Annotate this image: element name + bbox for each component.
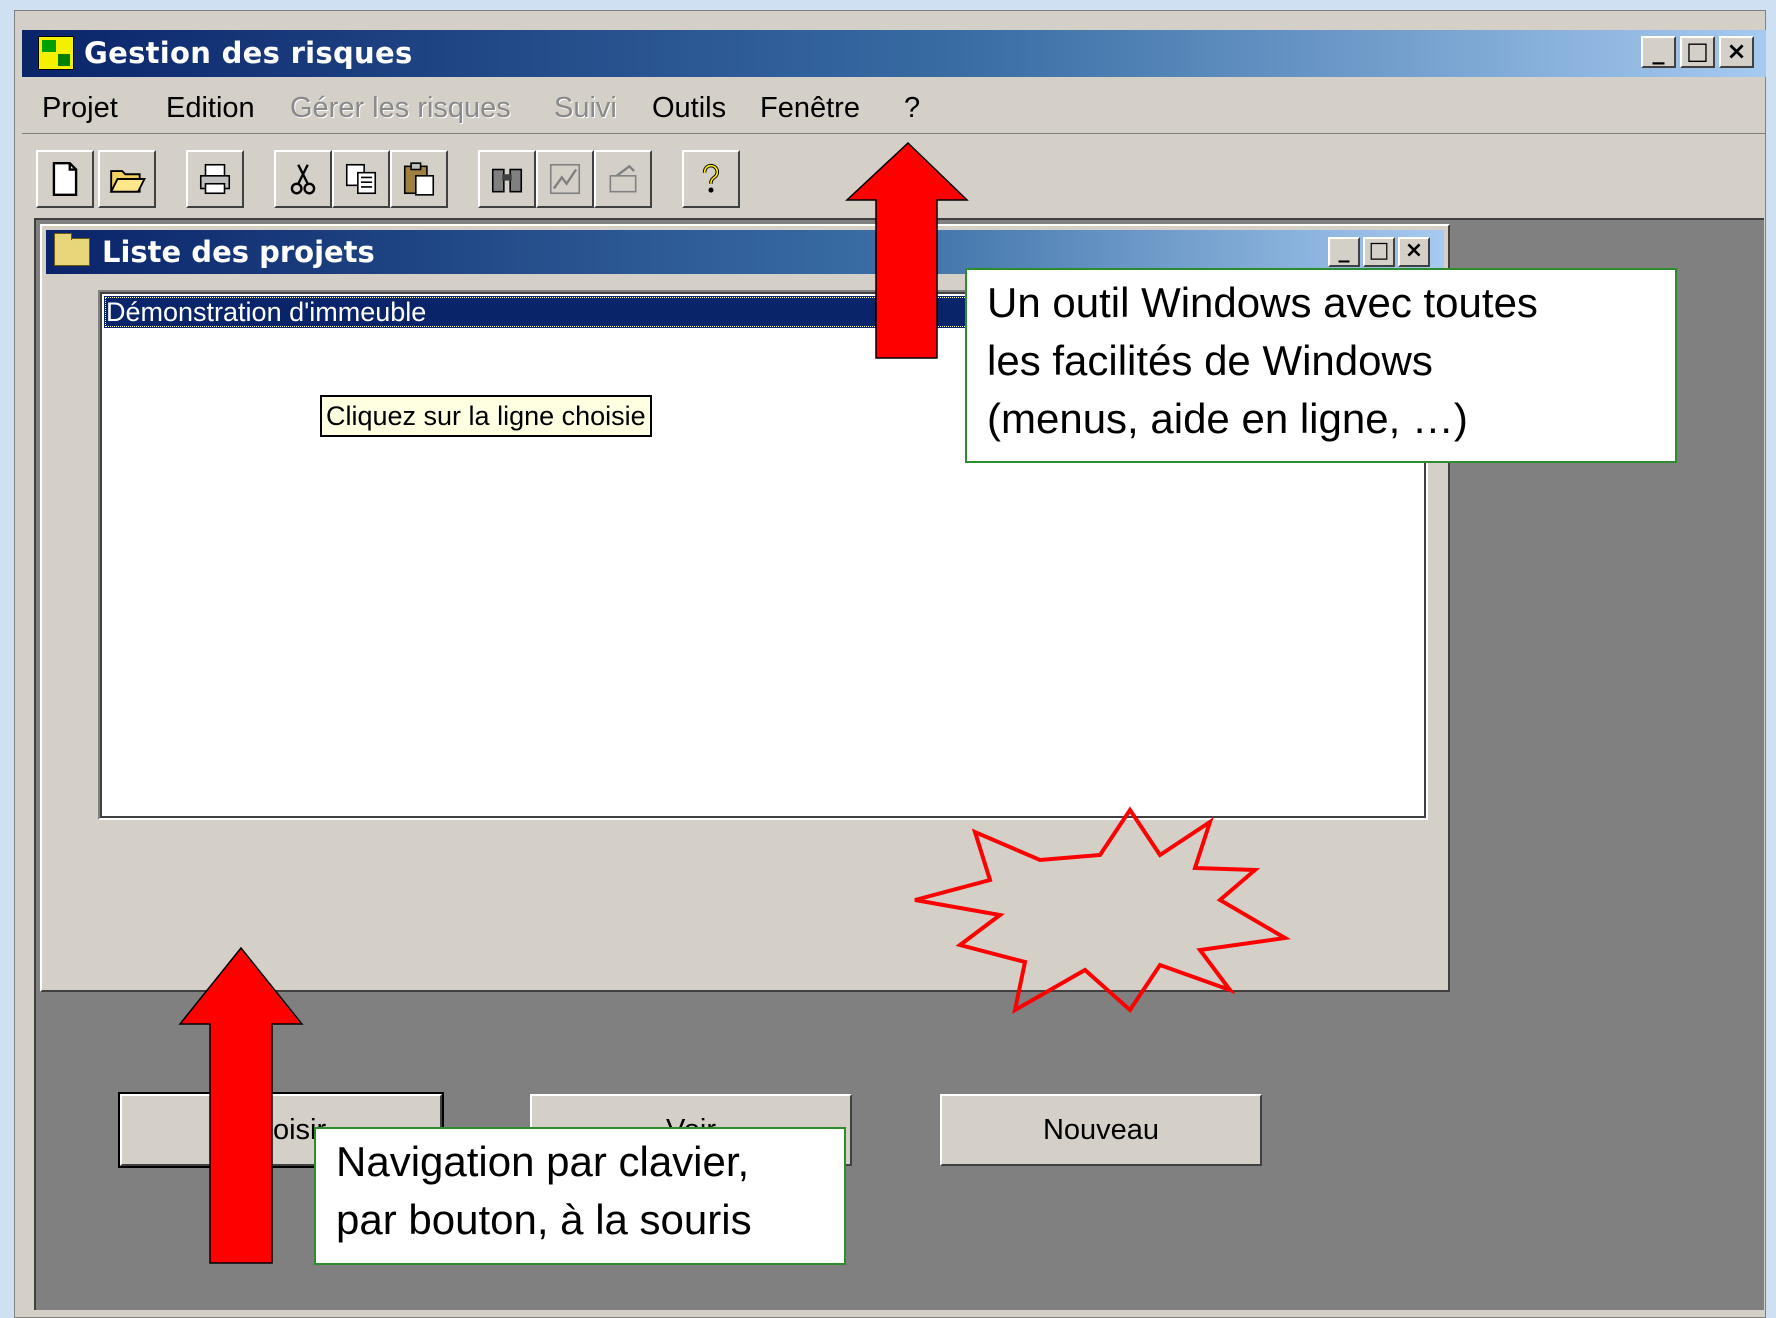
copy-button[interactable] [332,150,390,208]
tooltip: Cliquez sur la ligne choisie [320,395,652,437]
help-button[interactable] [682,150,740,208]
new-project-button[interactable]: Nouveau [940,1094,1262,1166]
menu-suivi[interactable]: Suivi [554,92,617,125]
find-icon [491,168,523,193]
callout-windows-features: Un outil Windows avec toutes les facilit… [965,268,1677,463]
open-folder-icon [109,170,146,193]
menu-help[interactable]: ? [904,92,920,125]
menu-fenetre[interactable]: Fenêtre [760,92,860,125]
report-button[interactable] [594,150,652,208]
child-close-button[interactable]: × [1398,237,1430,267]
chart-button[interactable] [536,150,594,208]
cut-icon [290,164,316,195]
minimize-button[interactable]: _ [1641,36,1676,68]
toolbar [22,142,1766,210]
close-button[interactable]: × [1719,36,1754,68]
child-minimize-button[interactable]: _ [1328,237,1360,267]
app-logo-icon [38,36,74,70]
help-icon [702,163,720,193]
callout-line: les facilités de Windows [987,337,1433,384]
maximize-button[interactable]: □ [1680,36,1715,68]
menu-outils[interactable]: Outils [652,92,726,125]
menubar: Projet Edition Gérer les risques Suivi O… [22,82,1766,134]
new-file-icon [52,161,78,197]
chart-icon [549,163,581,195]
find-button[interactable] [478,150,536,208]
cut-button[interactable] [274,150,332,208]
menu-gerer-risques[interactable]: Gérer les risques [290,92,511,125]
app-title: Gestion des risques [84,36,413,70]
callout-navigation: Navigation par clavier, par bouton, à la… [314,1127,846,1265]
menu-projet[interactable]: Projet [42,92,118,125]
report-icon [609,164,637,193]
menu-edition[interactable]: Edition [166,92,255,125]
callout-line: par bouton, à la souris [336,1196,752,1243]
main-titlebar[interactable]: Gestion des risques _ □ × [22,30,1766,77]
open-button[interactable] [98,150,156,208]
window-controls: _ □ × [1641,36,1754,68]
print-icon [199,163,231,195]
callout-line: Un outil Windows avec toutes [987,279,1538,326]
folder-icon [54,233,90,266]
child-maximize-button[interactable]: □ [1363,237,1395,267]
callout-line: Navigation par clavier, [336,1138,750,1185]
child-window-controls: _ □ × [1328,237,1430,267]
print-button[interactable] [186,150,244,208]
copy-icon [345,163,377,195]
child-window-title: Liste des projets [102,235,375,269]
paste-icon [403,162,435,196]
paste-button[interactable] [390,150,448,208]
new-button[interactable] [36,150,94,208]
callout-line: (menus, aide en ligne, …) [987,395,1468,442]
